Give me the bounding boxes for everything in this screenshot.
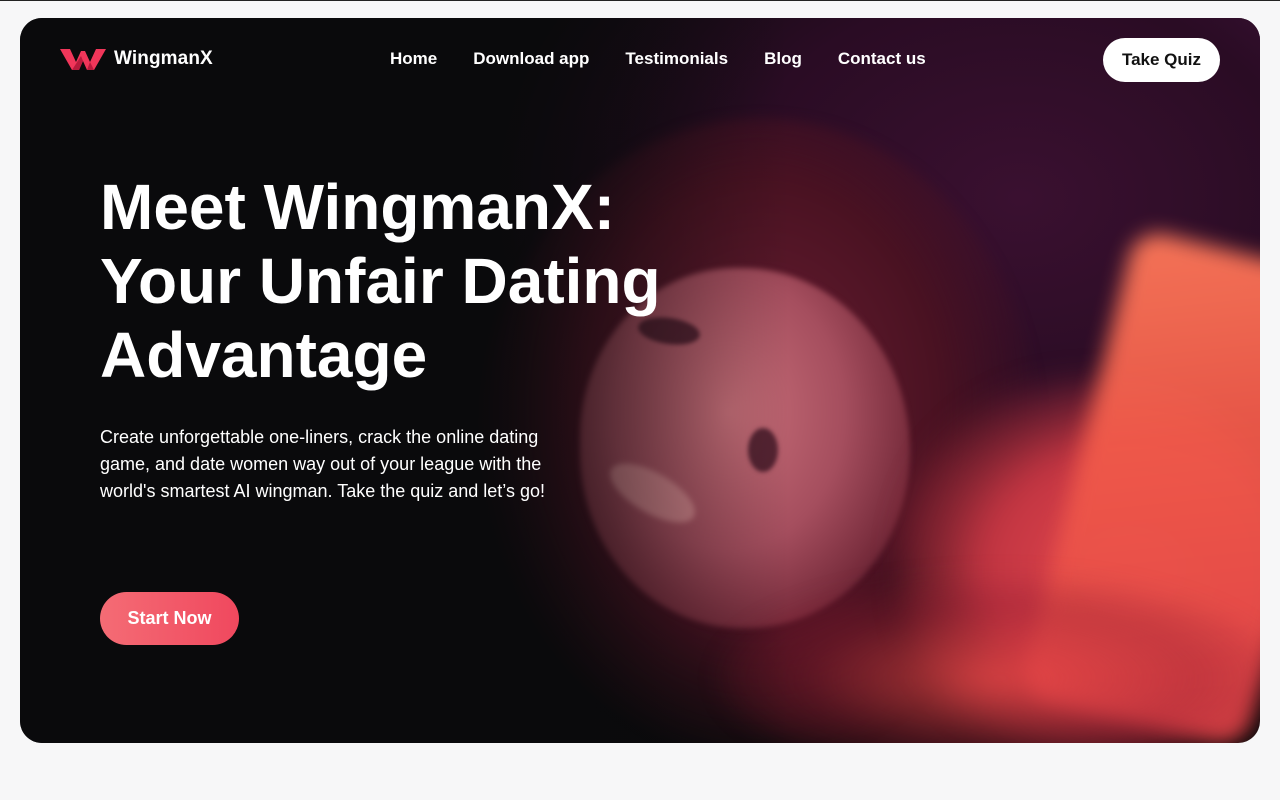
nav-item-download-app[interactable]: Download app <box>473 49 589 69</box>
take-quiz-button[interactable]: Take Quiz <box>1103 38 1220 82</box>
headline-line-3: Advantage <box>100 319 428 391</box>
brand-logo[interactable]: WingmanX <box>60 47 213 71</box>
nav-menu: Home Download app Testimonials Blog Cont… <box>390 49 926 69</box>
top-navigation: WingmanX Home Download app Testimonials … <box>20 18 1260 102</box>
nav-item-contact-us[interactable]: Contact us <box>838 49 926 69</box>
nav-item-home[interactable]: Home <box>390 49 437 69</box>
hero-section: WingmanX Home Download app Testimonials … <box>20 18 1260 743</box>
headline-line-1: Meet WingmanX: <box>100 171 615 243</box>
nav-item-testimonials[interactable]: Testimonials <box>625 49 728 69</box>
brand-name: WingmanX <box>114 48 213 69</box>
w-logo-icon <box>60 49 106 70</box>
top-border <box>0 0 1280 1</box>
nav-item-blog[interactable]: Blog <box>764 49 802 69</box>
headline-line-2: Your Unfair Dating <box>100 245 661 317</box>
start-now-button[interactable]: Start Now <box>100 592 239 645</box>
hero-headline: Meet WingmanX: Your Unfair Dating Advant… <box>100 170 740 392</box>
hero-description: Create unforgettable one-liners, crack t… <box>100 427 545 501</box>
